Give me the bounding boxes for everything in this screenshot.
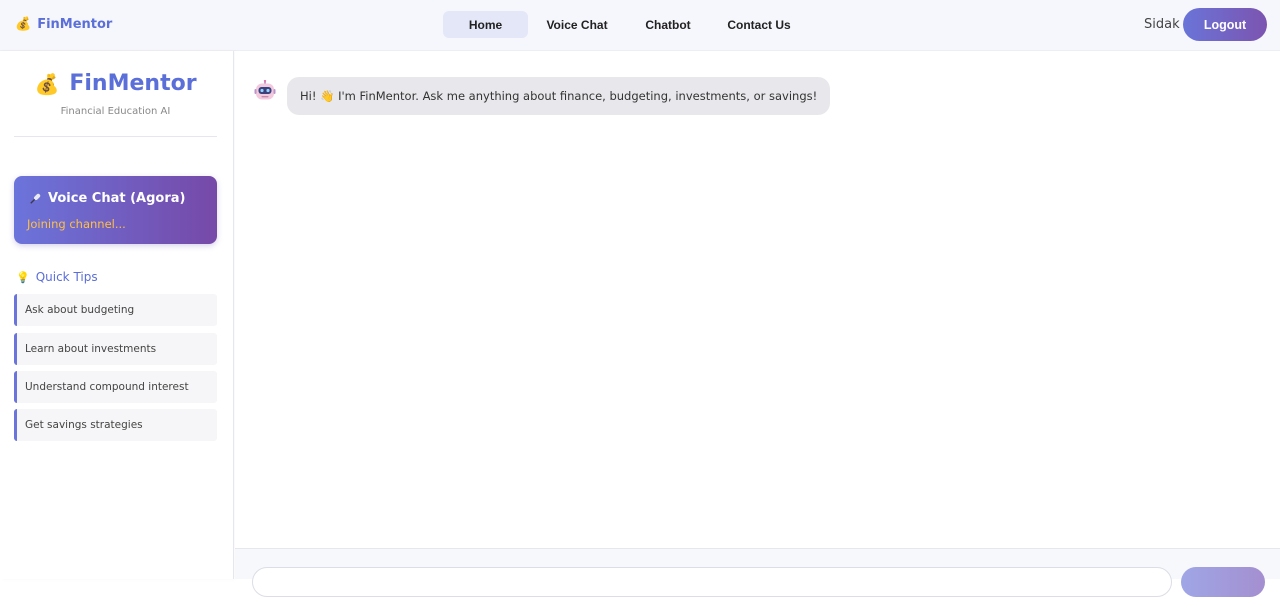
sidebar-subtitle: Financial Education AI — [60, 106, 171, 117]
bot-message: Hi! 👋 I'm FinMentor. Ask me anything abo… — [287, 77, 831, 115]
money-bag-icon: 💰 — [34, 71, 60, 96]
nav-link-voice-chat[interactable]: Voice Chat — [528, 11, 626, 38]
chat-area: Hi! 👋 I'm FinMentor. Ask me anything abo… — [235, 51, 1280, 548]
tip-item[interactable]: Ask about budgeting — [14, 294, 217, 326]
chat-input[interactable] — [252, 567, 1172, 597]
sidebar-title: FinMentor — [69, 71, 197, 96]
nav-link-contact-us[interactable]: Contact Us — [710, 11, 808, 38]
robot-icon — [254, 80, 276, 100]
top-navbar: 💰 FinMentor Home Voice Chat Chatbot Cont… — [0, 0, 1280, 51]
voice-chat-card[interactable]: Voice Chat (Agora) Joining channel... — [14, 176, 217, 244]
voice-card-title: Voice Chat (Agora) — [48, 191, 186, 206]
tip-item[interactable]: Understand compound interest — [14, 371, 217, 403]
sidebar-divider — [14, 136, 217, 137]
logout-button[interactable]: Logout — [1183, 8, 1267, 41]
nav-link-chatbot[interactable]: Chatbot — [626, 11, 710, 38]
sidebar: 💰 FinMentor Financial Education AI Voice… — [0, 51, 234, 579]
lightbulb-icon: 💡 — [16, 270, 30, 284]
nav-links: Home Voice Chat Chatbot Contact Us — [443, 11, 808, 38]
voice-card-status: Joining channel... — [27, 217, 126, 231]
user-name: Sidak — [1144, 17, 1180, 32]
quick-tips-heading: 💡 Quick Tips — [16, 270, 98, 284]
sidebar-brand: 💰 FinMentor — [0, 71, 231, 96]
tip-item[interactable]: Get savings strategies — [14, 409, 217, 441]
navbar-brand-label: FinMentor — [37, 17, 113, 32]
money-bag-icon: 💰 — [15, 17, 32, 32]
send-button[interactable] — [1181, 567, 1265, 597]
chat-input-bar — [235, 548, 1280, 597]
quick-tips-title: Quick Tips — [35, 270, 98, 284]
nav-link-home[interactable]: Home — [443, 11, 528, 38]
navbar-brand[interactable]: 💰 FinMentor — [15, 17, 112, 32]
tip-item[interactable]: Learn about investments — [14, 333, 217, 365]
microphone-icon — [30, 193, 41, 204]
voice-card-title-row: Voice Chat (Agora) — [28, 191, 185, 206]
